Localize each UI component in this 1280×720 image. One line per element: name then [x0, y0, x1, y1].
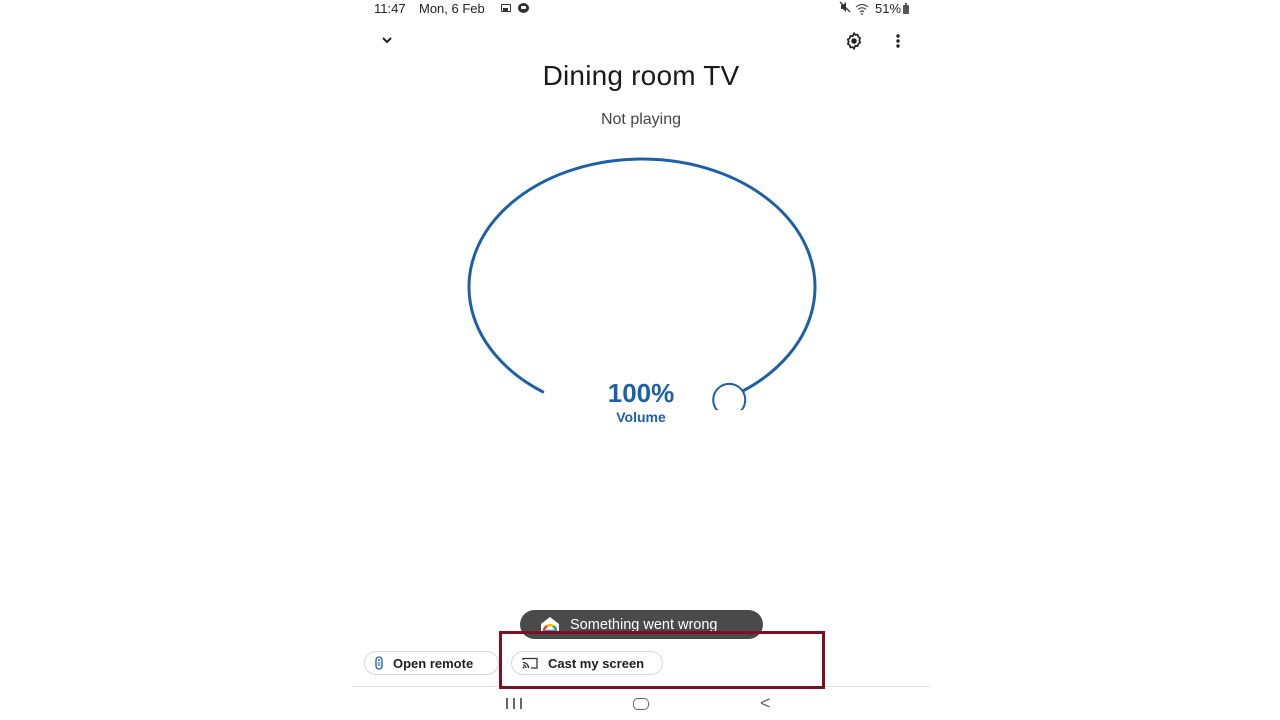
- playback-status: Not playing: [600, 111, 682, 128]
- gear-icon: [846, 32, 862, 50]
- chevron-down-icon: [382, 37, 392, 44]
- device-name: Dining room TV: [542, 60, 740, 91]
- gallery-icon: [501, 4, 511, 12]
- battery-icon: [903, 3, 909, 14]
- remote-icon: [375, 656, 383, 670]
- recents-icon: [506, 698, 508, 709]
- home-button[interactable]: [633, 698, 649, 710]
- mute-icon: [839, 1, 851, 16]
- cast-my-screen-label: Cast my screen: [548, 655, 645, 671]
- system-nav-bar: <: [352, 690, 930, 720]
- volume-value: 100%: [607, 378, 675, 408]
- battery-percent: 51%: [875, 1, 902, 16]
- cast-my-screen-button[interactable]: Cast my screen: [511, 651, 663, 675]
- more-options-button[interactable]: [888, 29, 908, 53]
- google-home-icon: [540, 616, 560, 634]
- volume-label: Volume: [616, 409, 666, 425]
- wifi-icon: [855, 2, 869, 15]
- volume-arc[interactable]: [467, 157, 817, 394]
- volume-dial[interactable]: [462, 150, 822, 410]
- status-date: Mon, 6 Feb: [419, 1, 485, 16]
- settings-button[interactable]: [842, 29, 866, 53]
- recents-button[interactable]: [506, 698, 522, 710]
- error-toast: Something went wrong: [520, 610, 763, 639]
- volume-handle[interactable]: [712, 382, 747, 410]
- open-remote-label: Open remote: [393, 655, 474, 671]
- open-remote-button[interactable]: Open remote: [364, 651, 499, 675]
- status-time: 11:47: [374, 1, 406, 16]
- collapse-button[interactable]: [377, 30, 397, 50]
- status-bar: 11:47 Mon, 6 Feb 51%: [352, 0, 930, 18]
- toast-message: Something went wrong: [570, 616, 718, 633]
- cast-icon: [522, 657, 538, 669]
- bottom-divider: [352, 686, 930, 687]
- back-button[interactable]: <: [760, 693, 771, 714]
- more-vert-icon: [896, 34, 900, 48]
- app-notification-icon: [518, 3, 529, 13]
